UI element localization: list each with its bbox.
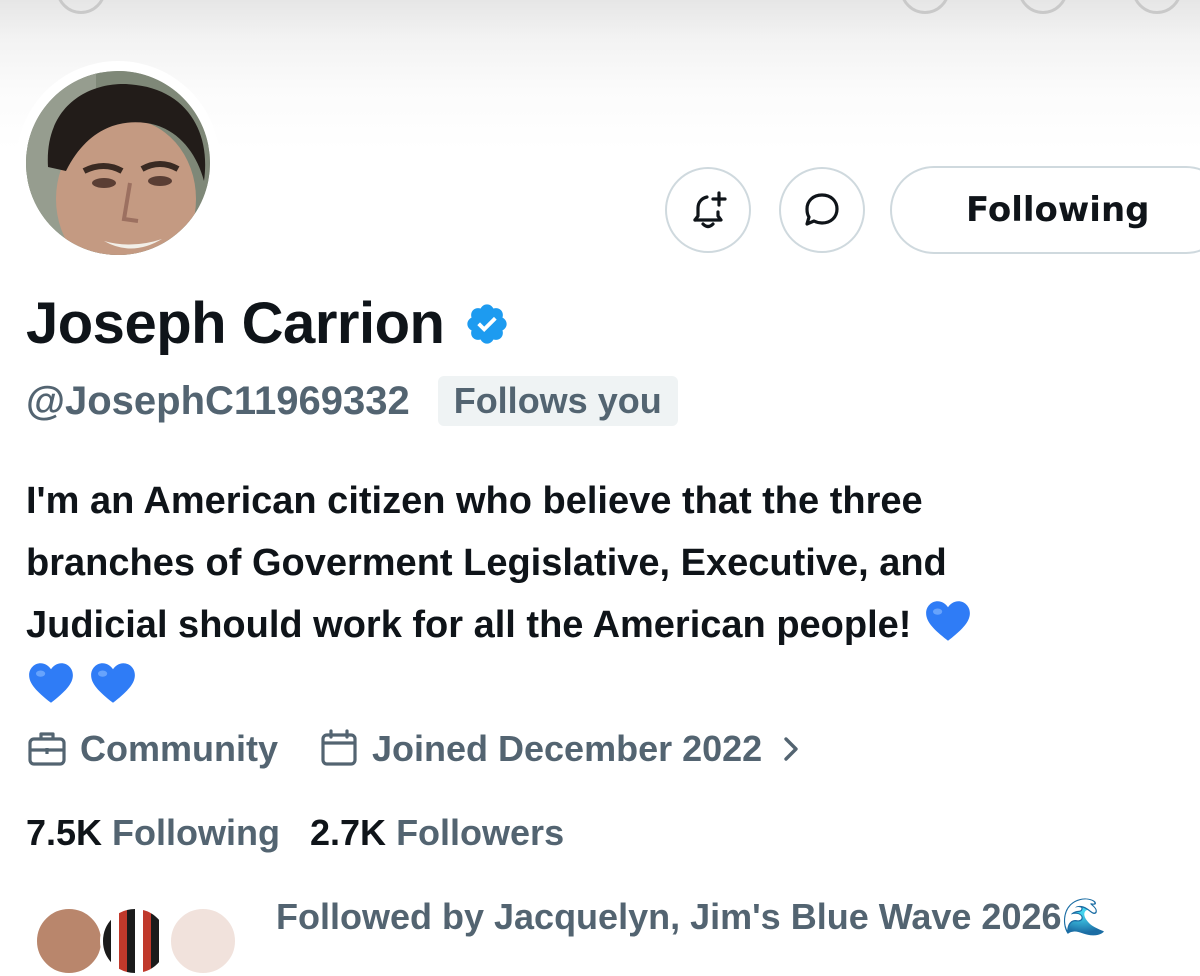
- speech-bubble-icon: [805, 193, 839, 226]
- briefcase-icon: [28, 732, 66, 766]
- followers-stat-label: Followers: [396, 812, 565, 853]
- bio-line-1: I'm an American citizen who believe that…: [26, 480, 923, 522]
- back-button-edge[interactable]: [56, 0, 106, 14]
- display-name: Joseph Carrion: [26, 291, 445, 356]
- followers-count: 2.7K: [310, 812, 387, 853]
- profile-name-row: Joseph Carrion: [26, 290, 510, 357]
- profile-bio: I'm an American citizen who believe that…: [26, 470, 1186, 718]
- bell-plus-icon: [693, 191, 727, 229]
- more-button-edge[interactable]: [900, 0, 950, 14]
- bio-line-2: branches of Goverment Legislative, Execu…: [26, 542, 947, 584]
- notify-button[interactable]: [665, 167, 751, 253]
- joined-date: Joined December 2022: [372, 728, 763, 769]
- profile-meta-row: Community Joined December 2022: [26, 728, 818, 770]
- user-handle: @JosephC11969332: [26, 378, 410, 423]
- following-button-label: Following: [966, 190, 1150, 230]
- follows-you-badge: Follows you: [437, 376, 678, 426]
- bio-line-3: Judicial should work for all the America…: [26, 604, 912, 646]
- search-button-edge[interactable]: [1018, 0, 1068, 14]
- category-item: Community: [26, 728, 278, 770]
- menu-button-edge[interactable]: [1132, 0, 1182, 14]
- following-stat[interactable]: 7.5K Following: [26, 812, 280, 854]
- message-button[interactable]: [779, 167, 865, 253]
- mini-avatar: [168, 906, 238, 976]
- following-count: 7.5K: [26, 812, 103, 853]
- followers-stat[interactable]: 2.7K Followers: [310, 812, 564, 854]
- blue-heart-emoji-icon: [29, 663, 73, 703]
- follow-stats-row: 7.5K Following 2.7K Followers: [26, 812, 564, 854]
- following-stat-label: Following: [112, 812, 281, 853]
- profile-avatar[interactable]: [16, 61, 220, 265]
- calendar-icon: [321, 729, 357, 766]
- verified-badge-icon[interactable]: [464, 301, 510, 347]
- followed-by-text[interactable]: Followed by Jacquelyn, Jim's Blue Wave 2…: [276, 896, 1106, 938]
- handle-row: @JosephC11969332 Follows you: [26, 376, 678, 426]
- avatar-photo: [26, 71, 210, 255]
- blue-heart-emoji-icon: [926, 601, 971, 641]
- mini-avatar: [34, 906, 104, 976]
- category-label: Community: [80, 728, 278, 769]
- joined-item[interactable]: Joined December 2022: [318, 728, 818, 770]
- chevron-right-icon: [784, 737, 798, 761]
- blue-heart-emoji-icon: [91, 663, 135, 703]
- mini-avatar: [100, 906, 170, 976]
- following-button[interactable]: Following: [890, 166, 1200, 254]
